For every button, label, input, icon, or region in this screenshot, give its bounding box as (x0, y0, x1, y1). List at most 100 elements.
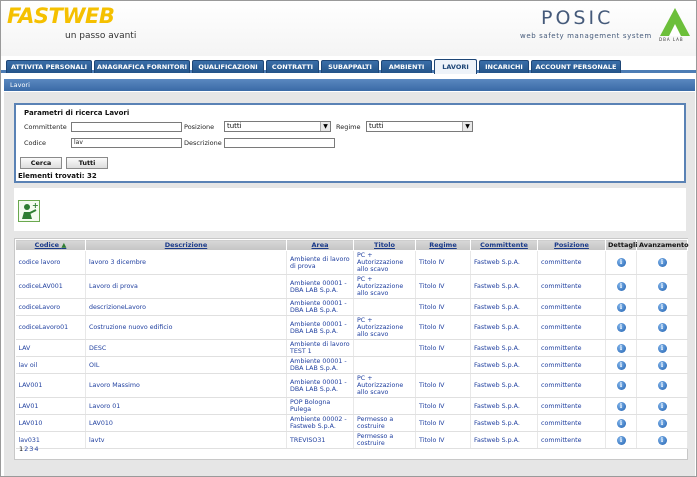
cell-descrizione[interactable]: Lavoro 01 (85, 397, 287, 415)
cell-area[interactable]: Ambiente 00001 - DBA LAB S.p.A. (286, 274, 354, 299)
cell-area[interactable]: Ambiente di lavoro TEST 1 (286, 339, 354, 357)
page-link-4[interactable]: 4 (34, 445, 38, 453)
cell-descrizione[interactable]: LAV010 (85, 414, 287, 432)
cell-codice[interactable]: LAV01 (15, 397, 86, 415)
tab-qualificazioni[interactable]: QUALIFICAZIONI (192, 60, 264, 73)
col-header-posizione[interactable]: Posizione (537, 239, 606, 251)
info-icon[interactable]: i (616, 323, 626, 332)
tab-ambienti[interactable]: AMBIENTI (381, 60, 432, 73)
info-icon[interactable]: i (657, 258, 667, 267)
cell-posizione[interactable]: committente (537, 356, 606, 374)
cell-regime[interactable]: Titolo IV (415, 274, 471, 299)
cell-codice[interactable]: codiceLavoro01 (15, 315, 86, 340)
cell-descrizione[interactable]: descrizioneLavoro (85, 298, 287, 316)
cell-area[interactable]: TREVISO31 (286, 431, 354, 449)
table-row[interactable]: LAV DESC Ambiente di lavoro TEST 1 Titol… (15, 339, 688, 357)
regime-select[interactable]: tutti ▼ (366, 121, 473, 132)
info-icon[interactable]: i (616, 360, 626, 370)
cell-titolo[interactable]: Permesso a costruire (353, 414, 416, 432)
cell-regime[interactable]: Titolo IV (415, 298, 471, 316)
cell-posizione[interactable]: committente (537, 250, 606, 275)
cell-area[interactable]: Ambiente 00001 - DBA LAB S.p.A. (286, 315, 354, 340)
tab-anagrafica-fornitori[interactable]: ANAGRAFICA FORNITORI (94, 60, 190, 73)
cell-codice[interactable]: codiceLAV001 (15, 274, 86, 299)
cell-regime[interactable]: Titolo IV (415, 250, 471, 275)
info-icon[interactable]: i (616, 435, 626, 445)
cell-titolo[interactable] (353, 298, 416, 316)
cell-regime[interactable]: Titolo IV (415, 414, 471, 432)
cell-committente[interactable]: Fastweb S.p.A. (470, 250, 538, 275)
cell-descrizione[interactable]: lavtv (85, 431, 287, 449)
cell-descrizione[interactable]: DESC (85, 339, 287, 357)
cell-regime[interactable]: Titolo IV (415, 315, 471, 340)
show-all-button[interactable]: Tutti (66, 157, 108, 169)
cell-descrizione[interactable]: lavoro 3 dicembre (85, 250, 287, 275)
cell-regime[interactable] (415, 356, 471, 374)
cell-area[interactable]: Ambiente 00001 - DBA LAB S.p.A. (286, 356, 354, 374)
cell-titolo[interactable]: PC + Autorizzazione allo scavo (353, 274, 416, 299)
committente-field[interactable] (71, 122, 182, 132)
page-link-1[interactable]: 1 (19, 445, 23, 453)
info-icon[interactable]: i (616, 343, 626, 353)
fastweb-logo[interactable]: FASTWEB un passo avanti (5, 4, 143, 44)
cell-codice[interactable]: codice lavoro (15, 250, 86, 275)
cell-titolo[interactable]: PC + Autorizzazione allo scavo (353, 373, 416, 398)
tab-lavori[interactable]: LAVORI (434, 59, 477, 74)
cell-area[interactable]: Ambiente 00001 - DBA LAB S.p.A. (286, 298, 354, 316)
col-header-titolo[interactable]: Titolo (353, 239, 416, 251)
col-header-codice[interactable]: Codice ▲ (15, 239, 86, 251)
info-icon[interactable]: i (616, 418, 626, 428)
cell-posizione[interactable]: committente (537, 298, 606, 316)
cell-committente[interactable]: Fastweb S.p.A. (470, 315, 538, 340)
cell-descrizione[interactable]: Lavoro di prova (85, 274, 287, 299)
cell-posizione[interactable]: committente (537, 274, 606, 299)
cell-descrizione[interactable]: Costruzione nuovo edificio (85, 315, 287, 340)
cell-codice[interactable]: LAV010 (15, 414, 86, 432)
info-icon[interactable]: i (657, 323, 667, 332)
posizione-select[interactable]: tutti ▼ (224, 121, 331, 132)
cell-area[interactable]: Ambiente 00002 - Fastweb S.p.A. (286, 414, 354, 432)
tab-attivita-personali[interactable]: ATTIVITA PERSONALI (6, 60, 92, 73)
col-header-area[interactable]: Area (286, 239, 354, 251)
info-icon[interactable]: i (657, 360, 667, 370)
codice-field[interactable]: lav (71, 138, 182, 148)
cell-regime[interactable]: Titolo IV (415, 339, 471, 357)
tab-incarichi[interactable]: INCARICHI (479, 60, 529, 73)
cell-regime[interactable]: Titolo IV (415, 431, 471, 449)
col-header-committente[interactable]: Committente (470, 239, 538, 251)
cell-titolo[interactable] (353, 339, 416, 357)
cell-regime[interactable]: Titolo IV (415, 397, 471, 415)
info-icon[interactable]: i (657, 282, 667, 291)
table-row[interactable]: lav oil OIL Ambiente 00001 - DBA LAB S.p… (15, 356, 688, 374)
cell-codice[interactable]: LAV (15, 339, 86, 357)
cell-committente[interactable]: Fastweb S.p.A. (470, 431, 538, 449)
tab-subappalti[interactable]: SUBAPPALTI (321, 60, 379, 73)
cell-committente[interactable]: Fastweb S.p.A. (470, 397, 538, 415)
cell-descrizione[interactable]: OIL (85, 356, 287, 374)
search-button[interactable]: Cerca (20, 157, 62, 169)
cell-area[interactable]: Ambiente 00001 - DBA LAB S.p.A. (286, 373, 354, 398)
cell-posizione[interactable]: committente (537, 431, 606, 449)
table-row[interactable]: codiceLavoro01 Costruzione nuovo edifici… (15, 315, 688, 340)
cell-posizione[interactable]: committente (537, 339, 606, 357)
cell-titolo[interactable] (353, 397, 416, 415)
table-row[interactable]: codiceLAV001 Lavoro di prova Ambiente 00… (15, 274, 688, 299)
info-icon[interactable]: i (657, 302, 667, 312)
info-icon[interactable]: i (657, 381, 667, 390)
info-icon[interactable]: i (616, 258, 626, 267)
cell-committente[interactable]: Fastweb S.p.A. (470, 414, 538, 432)
col-header-descrizione[interactable]: Descrizione (85, 239, 287, 251)
cell-codice[interactable]: LAV001 (15, 373, 86, 398)
chevron-down-icon[interactable]: ▼ (320, 122, 330, 131)
table-row[interactable]: LAV001 Lavoro Massimo Ambiente 00001 - D… (15, 373, 688, 398)
cell-descrizione[interactable]: Lavoro Massimo (85, 373, 287, 398)
cell-codice[interactable]: lav oil (15, 356, 86, 374)
cell-committente[interactable]: Fastweb S.p.A. (470, 356, 538, 374)
info-icon[interactable]: i (657, 435, 667, 445)
info-icon[interactable]: i (616, 302, 626, 312)
page-link-2[interactable]: 2 (24, 445, 28, 453)
table-row[interactable]: codice lavoro lavoro 3 dicembre Ambiente… (15, 250, 688, 275)
cell-area[interactable]: Ambiente di lavoro di prova (286, 250, 354, 275)
cell-area[interactable]: POP Bologna Pulega (286, 397, 354, 415)
cell-committente[interactable]: Fastweb S.p.A. (470, 339, 538, 357)
